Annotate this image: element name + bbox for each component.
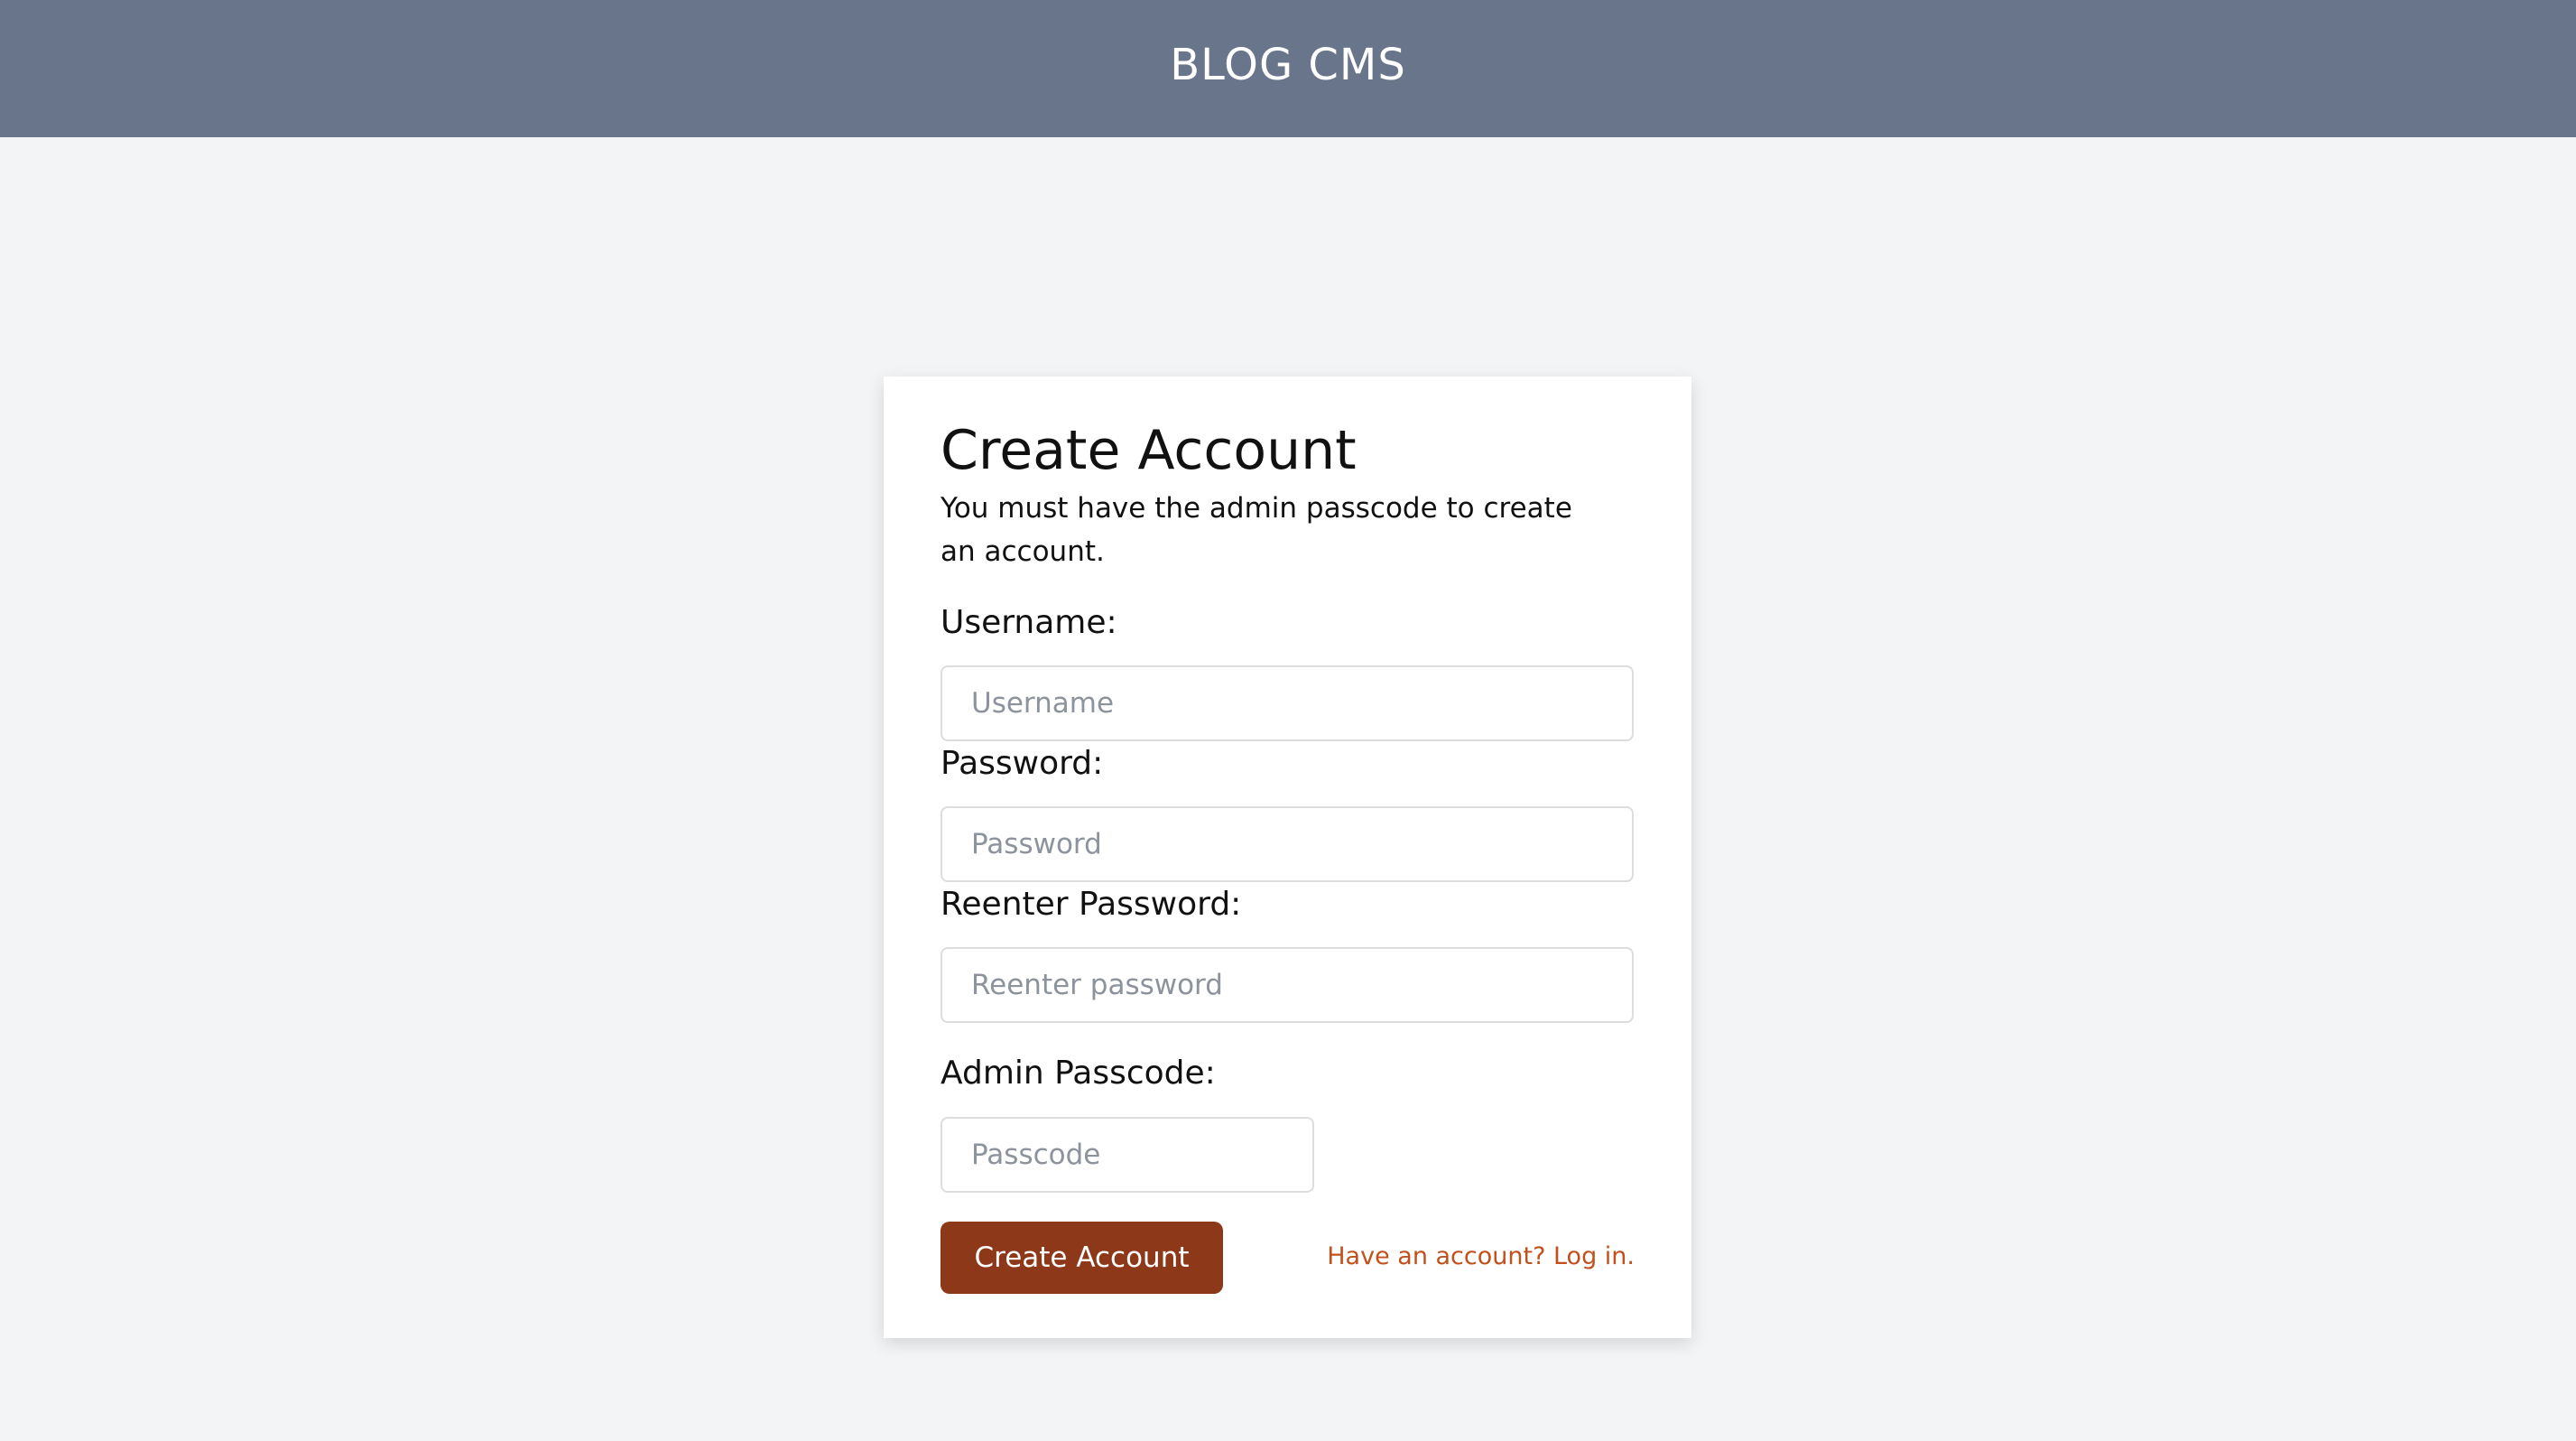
password-input[interactable]	[941, 806, 1634, 882]
form-subtitle: You must have the admin passcode to crea…	[941, 492, 1572, 568]
login-link[interactable]: Have an account? Log in.	[1327, 1242, 1635, 1270]
admin-passcode-label: Admin Passcode:	[941, 1055, 1216, 1092]
form-title: Create Account	[941, 419, 1357, 482]
app-header: BLOG CMS	[0, 0, 2576, 137]
username-label: Username:	[941, 604, 1117, 641]
create-account-card: Create Account You must have the admin p…	[884, 377, 1691, 1338]
create-account-button[interactable]: Create Account	[941, 1222, 1223, 1294]
reenter-password-input[interactable]	[941, 947, 1634, 1023]
password-label: Password:	[941, 745, 1104, 782]
app-title: BLOG CMS	[1170, 40, 1406, 90]
admin-passcode-input[interactable]	[941, 1117, 1314, 1193]
reenter-password-label: Reenter Password:	[941, 886, 1242, 923]
username-input[interactable]	[941, 665, 1634, 741]
